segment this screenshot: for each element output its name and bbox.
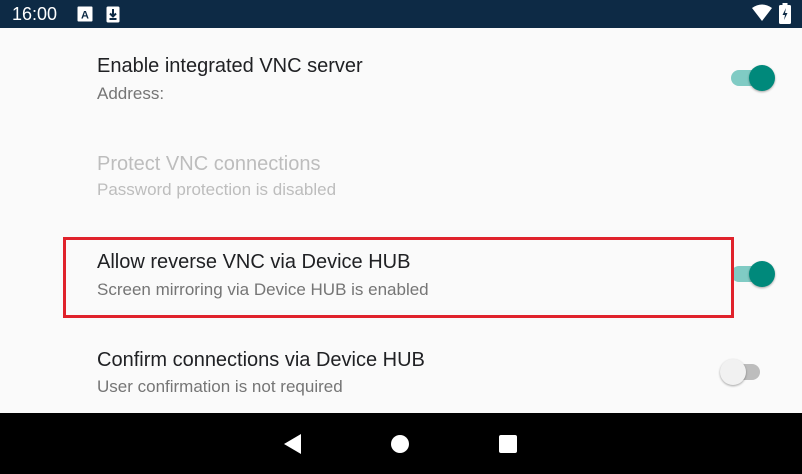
recents-icon[interactable] <box>497 433 519 455</box>
allow-reverse-vnc-switch[interactable] <box>729 259 777 289</box>
keyboard-a-icon: A <box>77 6 93 27</box>
setting-title: Confirm connections via Device HUB <box>97 349 425 371</box>
battery-charging-icon <box>779 3 791 29</box>
home-icon[interactable] <box>389 433 411 455</box>
switch-thumb <box>749 65 775 91</box>
setting-title: Protect VNC connections <box>97 153 321 175</box>
highlight-box <box>63 237 734 318</box>
settings-list: Enable integrated VNC server Address: Pr… <box>0 28 802 413</box>
switch-thumb <box>749 261 775 287</box>
enable-vnc-server-switch[interactable] <box>729 63 777 93</box>
svg-text:A: A <box>81 10 89 22</box>
setting-confirm-connections[interactable]: Confirm connections via Device HUB User … <box>0 322 802 413</box>
status-time: 16:00 <box>12 4 58 24</box>
setting-protect-vnc-connections: Protect VNC connections Password protect… <box>0 126 802 224</box>
setting-summary: Address: <box>97 84 165 103</box>
navigation-bar <box>0 413 802 474</box>
setting-enable-vnc-server[interactable]: Enable integrated VNC server Address: <box>0 28 802 126</box>
setting-title: Enable integrated VNC server <box>97 55 363 77</box>
status-bar: 16:00 A <box>0 0 802 28</box>
switch-thumb <box>720 359 746 385</box>
back-icon[interactable] <box>282 433 304 455</box>
setting-summary: User confirmation is not required <box>97 377 343 396</box>
wifi-icon <box>752 4 772 27</box>
download-icon <box>106 6 120 28</box>
confirm-connections-switch[interactable] <box>720 357 768 387</box>
setting-summary: Password protection is disabled <box>97 180 337 199</box>
